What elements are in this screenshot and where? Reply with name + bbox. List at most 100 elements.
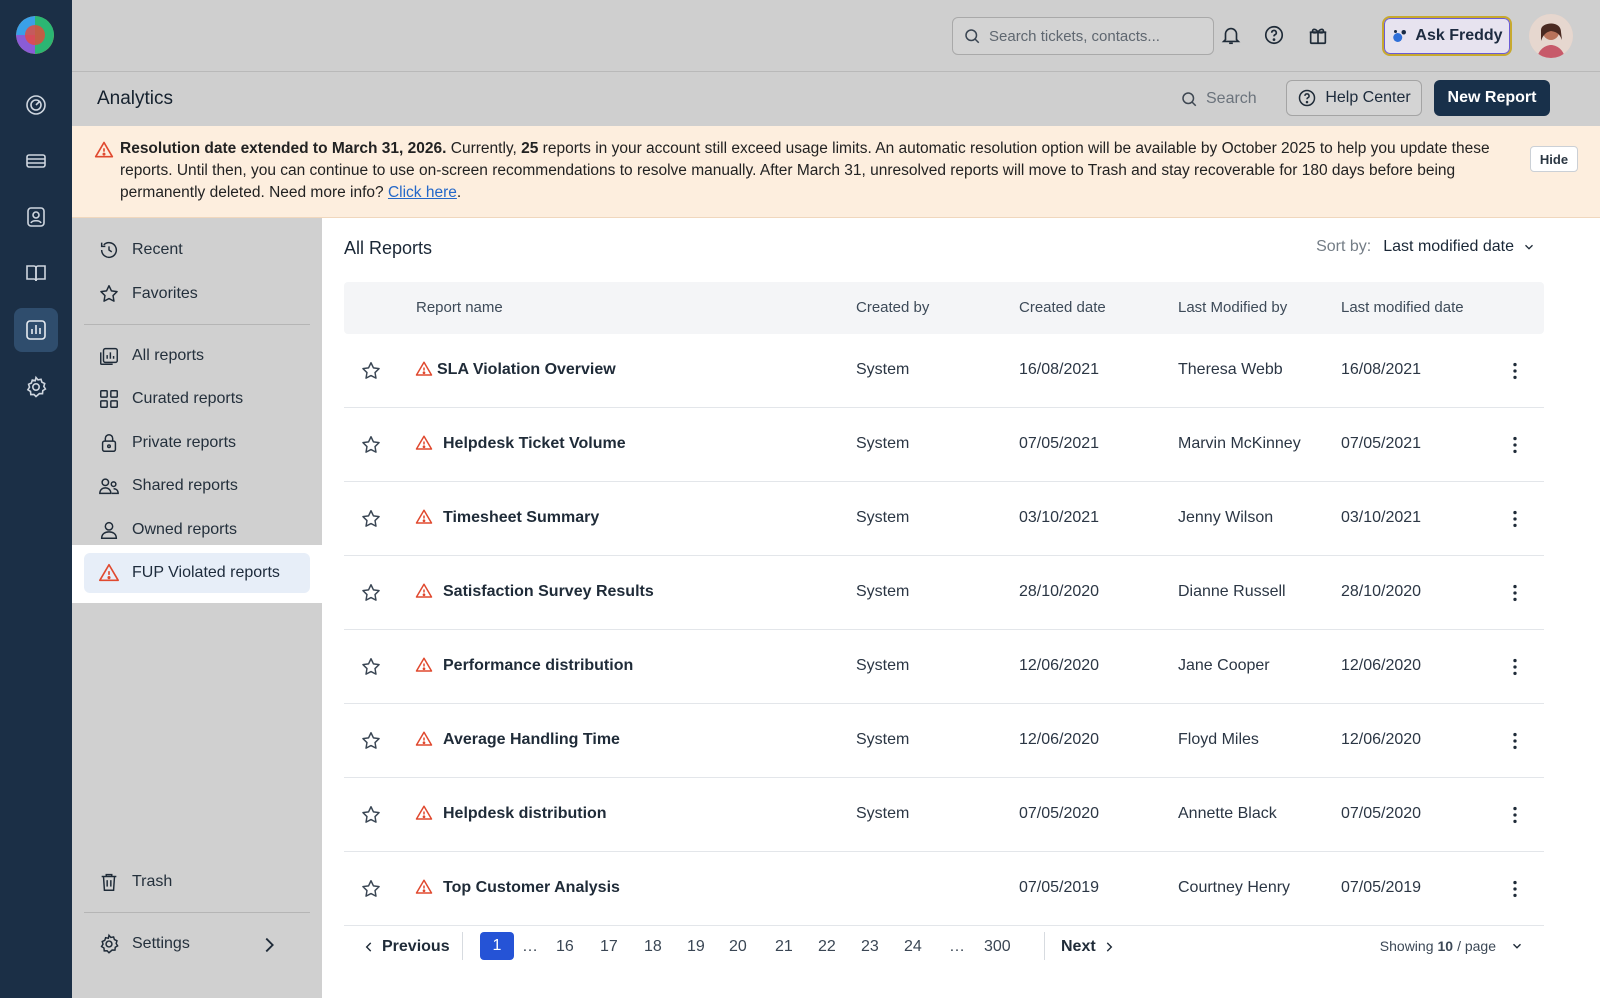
analytics-nav[interactable] — [14, 308, 58, 352]
page-button[interactable]: 16 — [556, 938, 574, 956]
help-center-button[interactable]: Help Center — [1286, 80, 1422, 116]
page-button[interactable]: 300 — [984, 938, 1011, 956]
page-size-selector[interactable]: Showing 10 / page — [1380, 938, 1524, 954]
favorite-star-icon[interactable] — [360, 878, 382, 900]
grid-icon — [100, 390, 118, 408]
sidebar-item-all-reports[interactable]: All reports — [84, 336, 310, 376]
freshdesk-logo[interactable] — [16, 16, 54, 54]
question-circle-icon — [1264, 25, 1284, 45]
banner-text-1: Currently, — [446, 140, 522, 157]
whats-new-button[interactable] — [1305, 22, 1331, 48]
next-page-button[interactable]: Next — [1061, 938, 1116, 956]
sidebar-item-trash[interactable]: Trash — [84, 862, 310, 902]
sidebar-item-favorites[interactable]: Favorites — [84, 274, 310, 314]
column-header-created-date[interactable]: Created date — [1019, 299, 1106, 316]
more-options-icon[interactable] — [1504, 878, 1526, 900]
contacts-nav[interactable] — [14, 195, 58, 239]
sidebar-item-settings[interactable]: Settings — [84, 924, 310, 964]
report-name-link[interactable]: Helpdesk distribution — [443, 805, 607, 823]
page-button[interactable]: 22 — [818, 938, 836, 956]
table-row[interactable]: Average Handling Time System 12/06/2020 Flo… — [344, 704, 1544, 778]
report-name-link[interactable]: Timesheet Summary — [443, 509, 599, 527]
favorite-star-icon[interactable] — [360, 360, 382, 382]
favorite-star-icon[interactable] — [360, 508, 382, 530]
report-name-link[interactable]: Satisfaction Survey Results — [443, 583, 654, 601]
sidebar-item-fup-violated-reports[interactable]: FUP Violated reports — [84, 553, 310, 593]
sidebar-item-shared-reports[interactable]: Shared reports — [84, 466, 310, 506]
report-name-link[interactable]: Helpdesk Ticket Volume — [443, 435, 626, 453]
sidebar-item-owned-reports[interactable]: Owned reports — [84, 510, 310, 550]
admin-nav[interactable] — [14, 365, 58, 409]
report-name-link[interactable]: Average Handling Time — [443, 731, 620, 749]
knowledge-base-nav[interactable] — [14, 251, 58, 295]
new-report-button[interactable]: New Report — [1434, 80, 1550, 116]
more-options-icon[interactable] — [1504, 360, 1526, 382]
notifications-button[interactable] — [1218, 22, 1244, 48]
page-button[interactable]: 19 — [687, 938, 705, 956]
sort-dropdown[interactable]: Sort by: Last modified date — [1316, 238, 1536, 256]
avatar-image — [1529, 14, 1573, 58]
ask-freddy-button[interactable]: Ask Freddy — [1382, 16, 1512, 56]
pagination-divider — [1044, 932, 1045, 960]
reports-search-button[interactable]: Search — [1180, 86, 1257, 112]
page-button[interactable]: 20 — [729, 938, 747, 956]
created-by-cell: System — [856, 435, 910, 452]
tickets-nav[interactable] — [14, 139, 58, 183]
column-header-last-modified-date[interactable]: Last modified date — [1341, 299, 1464, 316]
help-button[interactable] — [1261, 22, 1287, 48]
more-options-icon[interactable] — [1504, 804, 1526, 826]
table-row[interactable]: Top Customer Analysis 07/05/2019 Courtney … — [344, 852, 1544, 926]
global-search-input[interactable] — [989, 27, 1199, 45]
sidebar-divider — [84, 324, 310, 325]
dashboard-nav[interactable] — [14, 83, 58, 127]
sidebar-item-recent[interactable]: Recent — [84, 230, 310, 270]
more-options-icon[interactable] — [1504, 656, 1526, 678]
previous-page-button[interactable]: Previous — [362, 938, 450, 956]
table-row[interactable]: Satisfaction Survey Results System 28/10/2… — [344, 556, 1544, 630]
favorite-star-icon[interactable] — [360, 434, 382, 456]
analytics-header: Analytics Search Help Center New Report — [72, 72, 1600, 126]
hide-banner-button[interactable]: Hide — [1530, 146, 1578, 172]
last-modified-date-cell: 07/05/2019 — [1341, 879, 1422, 896]
lock-icon — [101, 434, 117, 452]
column-header-created-by[interactable]: Created by — [856, 299, 929, 316]
report-name-link[interactable]: Top Customer Analysis — [443, 879, 620, 897]
page-button[interactable]: 17 — [600, 938, 618, 956]
more-options-icon[interactable] — [1504, 508, 1526, 530]
created-by-cell: System — [856, 657, 910, 674]
page-button[interactable]: 24 — [904, 938, 922, 956]
page-button-current[interactable]: 1 — [480, 932, 514, 960]
banner-more-info-link[interactable]: Click here — [388, 184, 457, 201]
page-button[interactable]: 23 — [861, 938, 879, 956]
page-button[interactable]: 18 — [644, 938, 662, 956]
column-header-report-name[interactable]: Report name — [416, 299, 503, 316]
search-icon — [965, 29, 980, 44]
more-options-icon[interactable] — [1504, 582, 1526, 604]
table-row[interactable]: SLA Violation Overview System 16/08/2021 Th… — [344, 334, 1544, 408]
favorite-star-icon[interactable] — [360, 656, 382, 678]
table-row[interactable]: Performance distribution System 12/06/2020… — [344, 630, 1544, 704]
page-button[interactable]: 21 — [775, 938, 793, 956]
gear-icon — [26, 375, 47, 398]
table-row[interactable]: Timesheet Summary System 03/10/2021 Jenny W… — [344, 482, 1544, 556]
table-row[interactable]: Helpdesk Ticket Volume System 07/05/2021 Ma… — [344, 408, 1544, 482]
favorite-star-icon[interactable] — [360, 730, 382, 752]
report-name-link[interactable]: Performance distribution — [443, 657, 633, 675]
favorite-star-icon[interactable] — [360, 582, 382, 604]
sidebar-item-private-reports[interactable]: Private reports — [84, 423, 310, 463]
last-modified-date-cell: 07/05/2021 — [1341, 435, 1422, 452]
previous-label: Previous — [382, 938, 450, 955]
sidebar-item-label: Shared reports — [132, 477, 238, 494]
sidebar-item-curated-reports[interactable]: Curated reports — [84, 379, 310, 419]
report-name-link[interactable]: SLA Violation Overview — [437, 361, 616, 379]
more-options-icon[interactable] — [1504, 434, 1526, 456]
created-date-cell: 07/05/2019 — [1019, 879, 1100, 896]
global-search-box[interactable] — [952, 17, 1214, 55]
favorite-star-icon[interactable] — [360, 804, 382, 826]
last-modified-date-cell: 07/05/2020 — [1341, 805, 1422, 822]
table-row[interactable]: Helpdesk distribution System 07/05/2020 Ann… — [344, 778, 1544, 852]
sidebar-item-label: All reports — [132, 347, 205, 364]
user-avatar[interactable] — [1529, 14, 1573, 58]
more-options-icon[interactable] — [1504, 730, 1526, 752]
column-header-last-modified-by[interactable]: Last Modified by — [1178, 299, 1287, 316]
